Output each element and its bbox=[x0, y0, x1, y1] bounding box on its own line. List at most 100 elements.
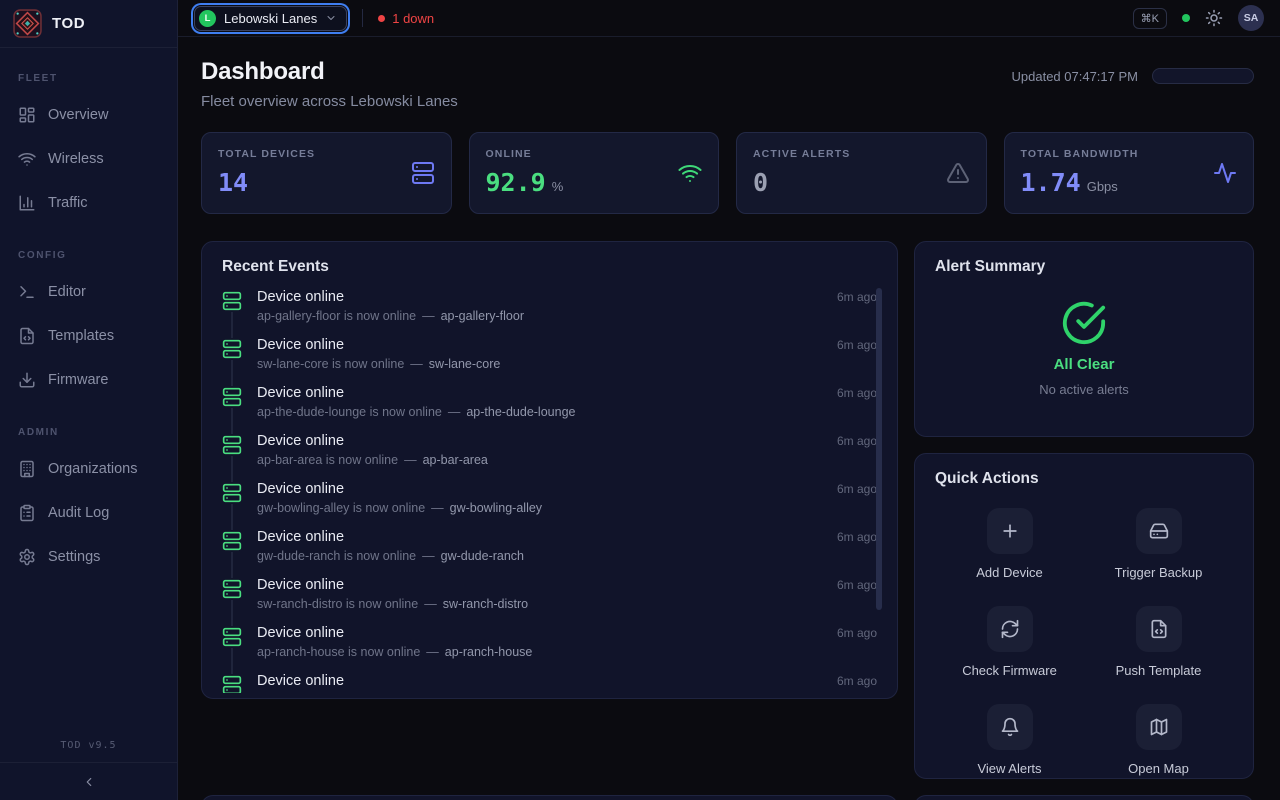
event-description: gw-dude-ranch is now online—gw-dude-ranc… bbox=[257, 549, 877, 563]
event-body: Device online 6m ago ap-bar-area is now … bbox=[257, 433, 877, 481]
app-version: TOD v9.5 bbox=[0, 740, 177, 751]
quick-action-button[interactable]: Push Template bbox=[1084, 606, 1233, 678]
org-selector[interactable]: L Lebowski Lanes bbox=[194, 6, 347, 31]
event-body: Device online 6m ago ap-ranch-house is n… bbox=[257, 625, 877, 673]
quick-action-tile bbox=[1136, 704, 1182, 750]
quick-action-icon bbox=[1000, 619, 1020, 639]
stat-label: ACTIVE ALERTS bbox=[753, 148, 850, 160]
event-top-row: Device online 6m ago bbox=[257, 577, 877, 593]
event-description: ap-gallery-floor is now online—ap-galler… bbox=[257, 309, 877, 323]
quick-action-icon bbox=[1000, 521, 1020, 541]
quick-action-button[interactable]: Trigger Backup bbox=[1084, 508, 1233, 580]
event-title: Device online bbox=[257, 577, 344, 593]
event-description-text: sw-ranch-distro is now online bbox=[257, 597, 418, 611]
page-subtitle: Fleet overview across Lebowski Lanes bbox=[201, 93, 458, 110]
event-title: Device online bbox=[257, 433, 344, 449]
sidebar-item-icon bbox=[18, 283, 36, 301]
sidebar-item-icon bbox=[18, 548, 36, 566]
server-icon bbox=[222, 483, 242, 503]
event-body: Device online 6m ago gw-dude-ranch is no… bbox=[257, 529, 877, 577]
server-icon bbox=[222, 339, 242, 359]
sidebar-item-label: Firmware bbox=[48, 372, 108, 388]
event-title: Device online bbox=[257, 289, 344, 305]
command-palette-shortcut[interactable]: ⌘K bbox=[1133, 8, 1167, 29]
stat-value-row: 92.9 % bbox=[486, 168, 564, 197]
event-title: Device online bbox=[257, 673, 344, 689]
stat-value: 0 bbox=[753, 168, 768, 197]
event-description-text: ap-the-dude-lounge is now online bbox=[257, 405, 442, 419]
quick-action-button[interactable]: View Alerts bbox=[935, 704, 1084, 776]
stat-unit: Gbps bbox=[1087, 179, 1118, 194]
event-row: Device online 6m ago ap-ranch-house is n… bbox=[222, 625, 877, 673]
sidebar-item-icon bbox=[18, 194, 36, 212]
sidebar-item[interactable]: Overview bbox=[5, 93, 172, 137]
sidebar-item[interactable]: Editor bbox=[5, 270, 172, 314]
event-separator: — bbox=[404, 453, 417, 467]
event-description: sw-ranch-distro is now online—sw-ranch-d… bbox=[257, 597, 877, 611]
theme-toggle-button[interactable] bbox=[1205, 9, 1223, 27]
event-device-name: gw-dude-ranch bbox=[441, 549, 524, 563]
event-row: Device online 6m ago — bbox=[222, 673, 877, 693]
sidebar-item[interactable]: Organizations bbox=[5, 447, 172, 491]
user-avatar[interactable]: SA bbox=[1238, 5, 1264, 31]
event-title: Device online bbox=[257, 625, 344, 641]
sidebar-item[interactable]: Firmware bbox=[5, 358, 172, 402]
server-icon bbox=[222, 531, 242, 551]
sidebar-item-label: Editor bbox=[48, 284, 86, 300]
event-body: Device online 6m ago ap-gallery-floor is… bbox=[257, 289, 877, 337]
refresh-interval-button[interactable] bbox=[1204, 72, 1226, 80]
quick-action-tile bbox=[987, 508, 1033, 554]
sidebar-section-label: CONFIG bbox=[18, 250, 159, 261]
right-column: Alert Summary All Clear No active alerts… bbox=[914, 241, 1254, 779]
event-body: Device online 6m ago sw-lane-core is now… bbox=[257, 337, 877, 385]
event-separator: — bbox=[410, 357, 423, 371]
quick-action-button[interactable]: Check Firmware bbox=[935, 606, 1084, 678]
event-description-text: ap-bar-area is now online bbox=[257, 453, 398, 467]
sidebar: TOD FLEET Overview Wireless Traffic CONF… bbox=[0, 0, 178, 800]
chevron-down-icon bbox=[325, 12, 337, 24]
events-panel-title: Recent Events bbox=[222, 258, 329, 276]
refresh-interval-button[interactable] bbox=[1156, 72, 1178, 80]
stat-card: TOTAL DEVICES 14 bbox=[201, 132, 452, 214]
quick-action-icon bbox=[1149, 521, 1169, 541]
page-header: Dashboard Fleet overview across Lebowski… bbox=[201, 58, 1254, 110]
sidebar-item[interactable]: Templates bbox=[5, 314, 172, 358]
event-timestamp: 6m ago bbox=[837, 434, 877, 448]
refresh-interval-button[interactable] bbox=[1180, 72, 1202, 80]
quick-action-button[interactable]: Add Device bbox=[935, 508, 1084, 580]
sidebar-section: CONFIG Editor Templates Firmware bbox=[0, 250, 177, 402]
stats-row: TOTAL DEVICES 14 ONLINE 92.9 % bbox=[201, 132, 1254, 214]
sidebar-item[interactable]: Settings bbox=[5, 535, 172, 579]
event-device-name: ap-gallery-floor bbox=[441, 309, 524, 323]
event-device-name: ap-bar-area bbox=[423, 453, 488, 467]
event-top-row: Device online 6m ago bbox=[257, 673, 877, 689]
event-timestamp: 6m ago bbox=[837, 338, 877, 352]
event-top-row: Device online 6m ago bbox=[257, 625, 877, 641]
event-separator: — bbox=[426, 645, 439, 659]
below-fold-panel-right bbox=[914, 795, 1254, 800]
sidebar-collapse-button[interactable] bbox=[75, 768, 103, 796]
event-title: Device online bbox=[257, 385, 344, 401]
sidebar-item[interactable]: Audit Log bbox=[5, 491, 172, 535]
sidebar-item-icon bbox=[18, 504, 36, 522]
stat-label: ONLINE bbox=[486, 148, 564, 160]
quick-action-button[interactable]: Open Map bbox=[1084, 704, 1233, 776]
quick-action-label: Check Firmware bbox=[962, 663, 1057, 678]
event-description-text: sw-lane-core is now online bbox=[257, 357, 404, 371]
quick-action-label: Push Template bbox=[1116, 663, 1202, 678]
stat-card-text: ONLINE 92.9 % bbox=[486, 148, 564, 198]
quick-action-icon bbox=[1000, 717, 1020, 737]
events-scrollbar-thumb[interactable] bbox=[876, 288, 882, 610]
stat-card: ACTIVE ALERTS 0 bbox=[736, 132, 987, 214]
stat-value-row: 1.74 Gbps bbox=[1021, 168, 1139, 197]
server-icon bbox=[222, 291, 242, 311]
sidebar-item[interactable]: Traffic bbox=[5, 181, 172, 225]
stat-label: TOTAL BANDWIDTH bbox=[1021, 148, 1139, 160]
page-header-right: Updated 07:47:17 PM bbox=[1012, 68, 1254, 84]
main-content: Dashboard Fleet overview across Lebowski… bbox=[178, 37, 1280, 800]
event-body: Device online 6m ago gw-bowling-alley is… bbox=[257, 481, 877, 529]
refresh-interval-button[interactable] bbox=[1228, 72, 1250, 80]
event-description-text: gw-dude-ranch is now online bbox=[257, 549, 416, 563]
sidebar-item[interactable]: Wireless bbox=[5, 137, 172, 181]
sidebar-item-label: Audit Log bbox=[48, 505, 109, 521]
